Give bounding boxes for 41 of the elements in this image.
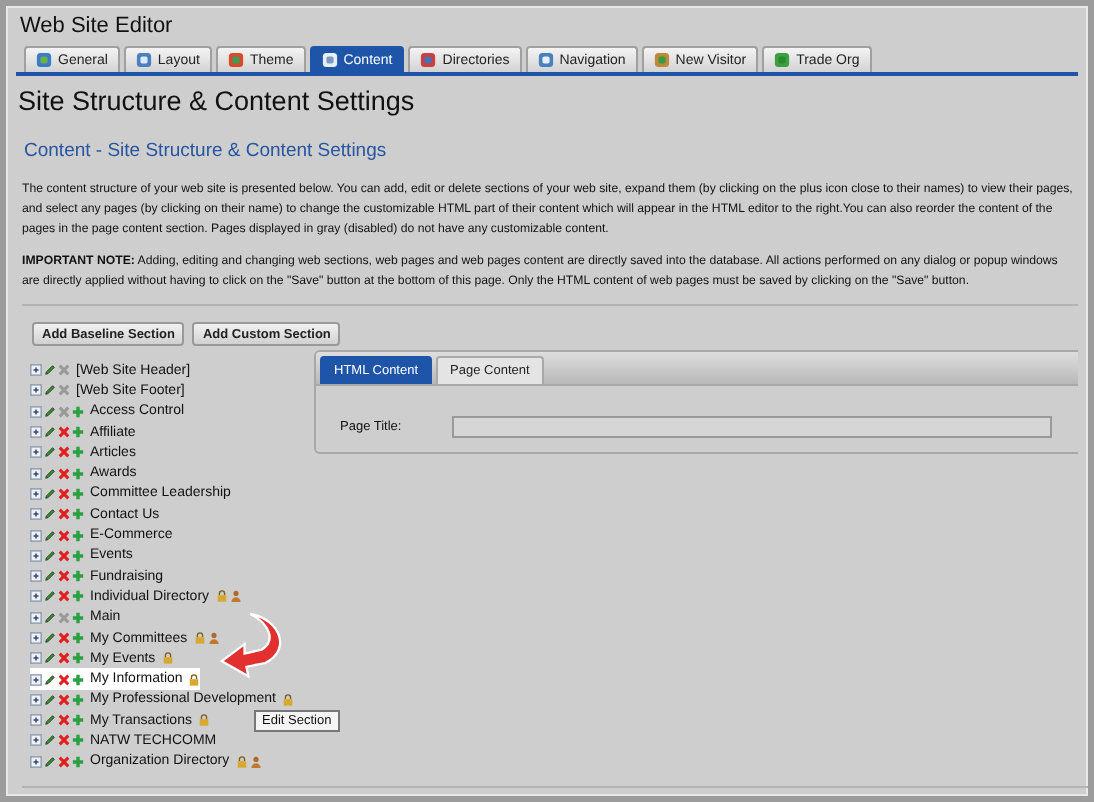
- delete-icon[interactable]: [58, 529, 70, 542]
- delete-icon[interactable]: [58, 632, 70, 644]
- expand-icon[interactable]: [30, 755, 42, 768]
- expand-icon[interactable]: [30, 652, 42, 665]
- delete-icon[interactable]: [58, 446, 70, 459]
- delete-icon[interactable]: [58, 673, 70, 686]
- expand-icon[interactable]: [30, 673, 42, 686]
- add-icon[interactable]: [72, 673, 84, 686]
- delete-icon[interactable]: [58, 467, 70, 480]
- delete-icon[interactable]: [58, 714, 70, 727]
- page-title-field[interactable]: [452, 416, 1052, 438]
- expand-icon[interactable]: [30, 734, 42, 747]
- expand-icon[interactable]: [30, 508, 42, 521]
- expand-icon[interactable]: [30, 632, 42, 644]
- delete-icon[interactable]: [58, 755, 70, 768]
- delete-icon[interactable]: [58, 508, 70, 521]
- expand-icon[interactable]: [30, 364, 42, 377]
- expand-icon[interactable]: [30, 467, 42, 480]
- expand-icon[interactable]: [30, 714, 42, 727]
- delete-icon[interactable]: [58, 426, 70, 439]
- expand-icon[interactable]: [30, 590, 42, 603]
- delete-icon[interactable]: [58, 590, 70, 603]
- expand-icon[interactable]: [30, 549, 42, 562]
- expand-icon[interactable]: [30, 426, 42, 439]
- delete-icon[interactable]: [58, 693, 70, 706]
- expand-icon[interactable]: [30, 529, 42, 542]
- expand-icon[interactable]: [30, 487, 42, 500]
- delete-icon[interactable]: [58, 549, 70, 562]
- expand-icon[interactable]: [30, 611, 42, 624]
- delete-icon[interactable]: [58, 487, 70, 500]
- expand-icon[interactable]: [30, 405, 42, 418]
- expand-icon[interactable]: [30, 570, 42, 583]
- window-title: Web Site Editor: [18, 14, 175, 42]
- section-subheading: Content - Site Structure & Content Settings: [24, 140, 389, 162]
- delete-icon[interactable]: [58, 570, 70, 583]
- page-heading: Site Structure & Content Settings: [18, 86, 417, 116]
- expand-icon[interactable]: [30, 384, 42, 397]
- expand-icon[interactable]: [30, 693, 42, 706]
- delete-icon[interactable]: [58, 734, 70, 747]
- delete-icon[interactable]: [58, 652, 70, 665]
- expand-icon[interactable]: [30, 446, 42, 459]
